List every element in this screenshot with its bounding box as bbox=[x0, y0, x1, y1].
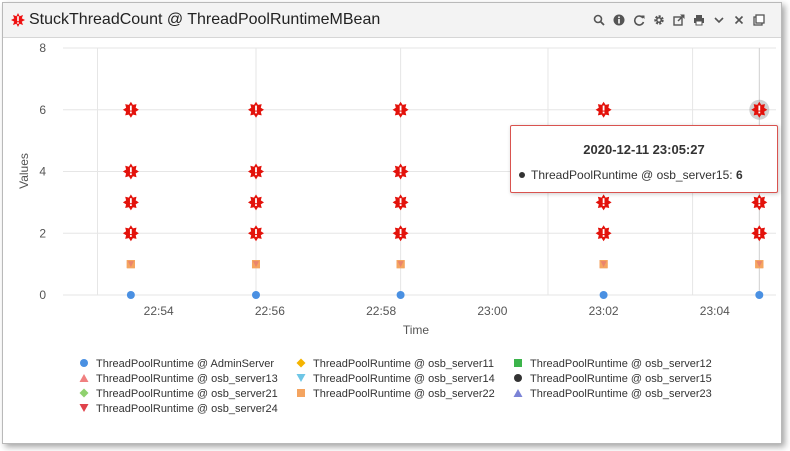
alert-point-icon[interactable] bbox=[122, 163, 139, 180]
tooltip-row: ThreadPoolRuntime @ osb_server15: 6 bbox=[519, 168, 743, 182]
legend-label: ThreadPoolRuntime @ osb_server21 bbox=[96, 388, 278, 401]
tooltip-series: ThreadPoolRuntime @ osb_server15: bbox=[531, 168, 733, 182]
legend-label: ThreadPoolRuntime @ osb_server14 bbox=[313, 373, 495, 386]
tooltip-series-dot bbox=[519, 171, 525, 178]
x-tick-label: 23:02 bbox=[589, 304, 619, 318]
x-tick-label: 22:54 bbox=[144, 304, 174, 318]
x-tick-label: 23:04 bbox=[700, 304, 730, 318]
alert-point-icon[interactable] bbox=[122, 225, 139, 242]
legend-item[interactable]: ThreadPoolRuntime @ osb_server24 bbox=[78, 403, 278, 415]
legend-item[interactable]: ThreadPoolRuntime @ osb_server23 bbox=[512, 388, 712, 400]
alert-point-icon[interactable] bbox=[392, 101, 409, 118]
legend-item[interactable]: ThreadPoolRuntime @ osb_server21 bbox=[78, 388, 278, 400]
legend-label: ThreadPoolRuntime @ osb_server12 bbox=[530, 358, 712, 371]
data-point bbox=[755, 291, 764, 299]
y-tick-label: 6 bbox=[39, 103, 46, 117]
data-point bbox=[396, 291, 405, 299]
tooltip-title: 2020-12-11 23:05:27 bbox=[583, 142, 705, 157]
tooltip-value: 6 bbox=[735, 168, 743, 182]
alert-point-icon[interactable] bbox=[392, 163, 409, 180]
legend-symbol bbox=[79, 404, 89, 413]
data-point bbox=[599, 291, 608, 299]
chart-tooltip: 2020-12-11 23:05:27 ThreadPoolRuntime @ … bbox=[510, 125, 778, 193]
legend-label: ThreadPoolRuntime @ osb_server22 bbox=[313, 388, 495, 401]
x-tick-label: 23:00 bbox=[477, 304, 507, 318]
legend-symbol bbox=[296, 358, 306, 368]
alert-point-icon[interactable] bbox=[122, 101, 139, 118]
x-axis-title: Time bbox=[403, 323, 430, 337]
alert-point-icon[interactable] bbox=[595, 101, 612, 118]
legend-label: ThreadPoolRuntime @ osb_server15 bbox=[530, 373, 712, 386]
alert-point-icon[interactable] bbox=[595, 225, 612, 242]
legend-symbol bbox=[297, 389, 305, 398]
legend-symbol bbox=[80, 359, 88, 368]
y-tick-label: 0 bbox=[39, 288, 46, 302]
legend-symbol bbox=[79, 388, 89, 398]
legend-label: ThreadPoolRuntime @ osb_server13 bbox=[96, 373, 278, 386]
legend-item[interactable]: ThreadPoolRuntime @ osb_server11 bbox=[295, 358, 494, 370]
legend-symbol bbox=[514, 374, 522, 383]
alert-point-icon[interactable] bbox=[122, 194, 139, 211]
y-tick-label: 2 bbox=[39, 226, 46, 240]
y-axis-title: Values bbox=[17, 153, 31, 189]
legend-item[interactable]: ThreadPoolRuntime @ osb_server13 bbox=[78, 373, 278, 385]
legend-symbol bbox=[79, 374, 89, 383]
alert-point-icon[interactable] bbox=[751, 194, 768, 211]
alert-point-icon[interactable] bbox=[248, 194, 264, 211]
data-point bbox=[126, 291, 135, 299]
alert-point-icon[interactable] bbox=[248, 163, 264, 180]
legend-item[interactable]: ThreadPoolRuntime @ AdminServer bbox=[78, 358, 274, 370]
x-tick-label: 22:56 bbox=[255, 304, 285, 318]
legend-label: ThreadPoolRuntime @ osb_server11 bbox=[313, 358, 494, 371]
legend-item[interactable]: ThreadPoolRuntime @ osb_server14 bbox=[295, 373, 495, 385]
alert-point-icon[interactable] bbox=[595, 194, 612, 211]
legend-symbol bbox=[513, 389, 523, 398]
alert-point-icon[interactable] bbox=[751, 225, 768, 242]
data-point bbox=[251, 291, 260, 299]
x-tick-label: 22:58 bbox=[366, 304, 396, 318]
alert-point-icon[interactable] bbox=[392, 225, 409, 242]
legend-item[interactable]: ThreadPoolRuntime @ osb_server15 bbox=[512, 373, 712, 385]
y-tick-label: 8 bbox=[39, 41, 46, 55]
legend-label: ThreadPoolRuntime @ AdminServer bbox=[96, 358, 275, 371]
legend-label: ThreadPoolRuntime @ osb_server23 bbox=[530, 388, 712, 401]
legend-symbol bbox=[514, 359, 522, 368]
legend-symbol bbox=[296, 374, 306, 383]
legend-item[interactable]: ThreadPoolRuntime @ osb_server22 bbox=[295, 388, 495, 400]
alert-point-icon[interactable] bbox=[248, 101, 264, 118]
alert-point-icon[interactable] bbox=[392, 194, 409, 211]
y-tick-label: 4 bbox=[39, 165, 46, 179]
legend-item[interactable]: ThreadPoolRuntime @ osb_server12 bbox=[512, 358, 712, 370]
alert-point-icon[interactable] bbox=[248, 225, 264, 242]
legend-label: ThreadPoolRuntime @ osb_server24 bbox=[96, 403, 278, 416]
